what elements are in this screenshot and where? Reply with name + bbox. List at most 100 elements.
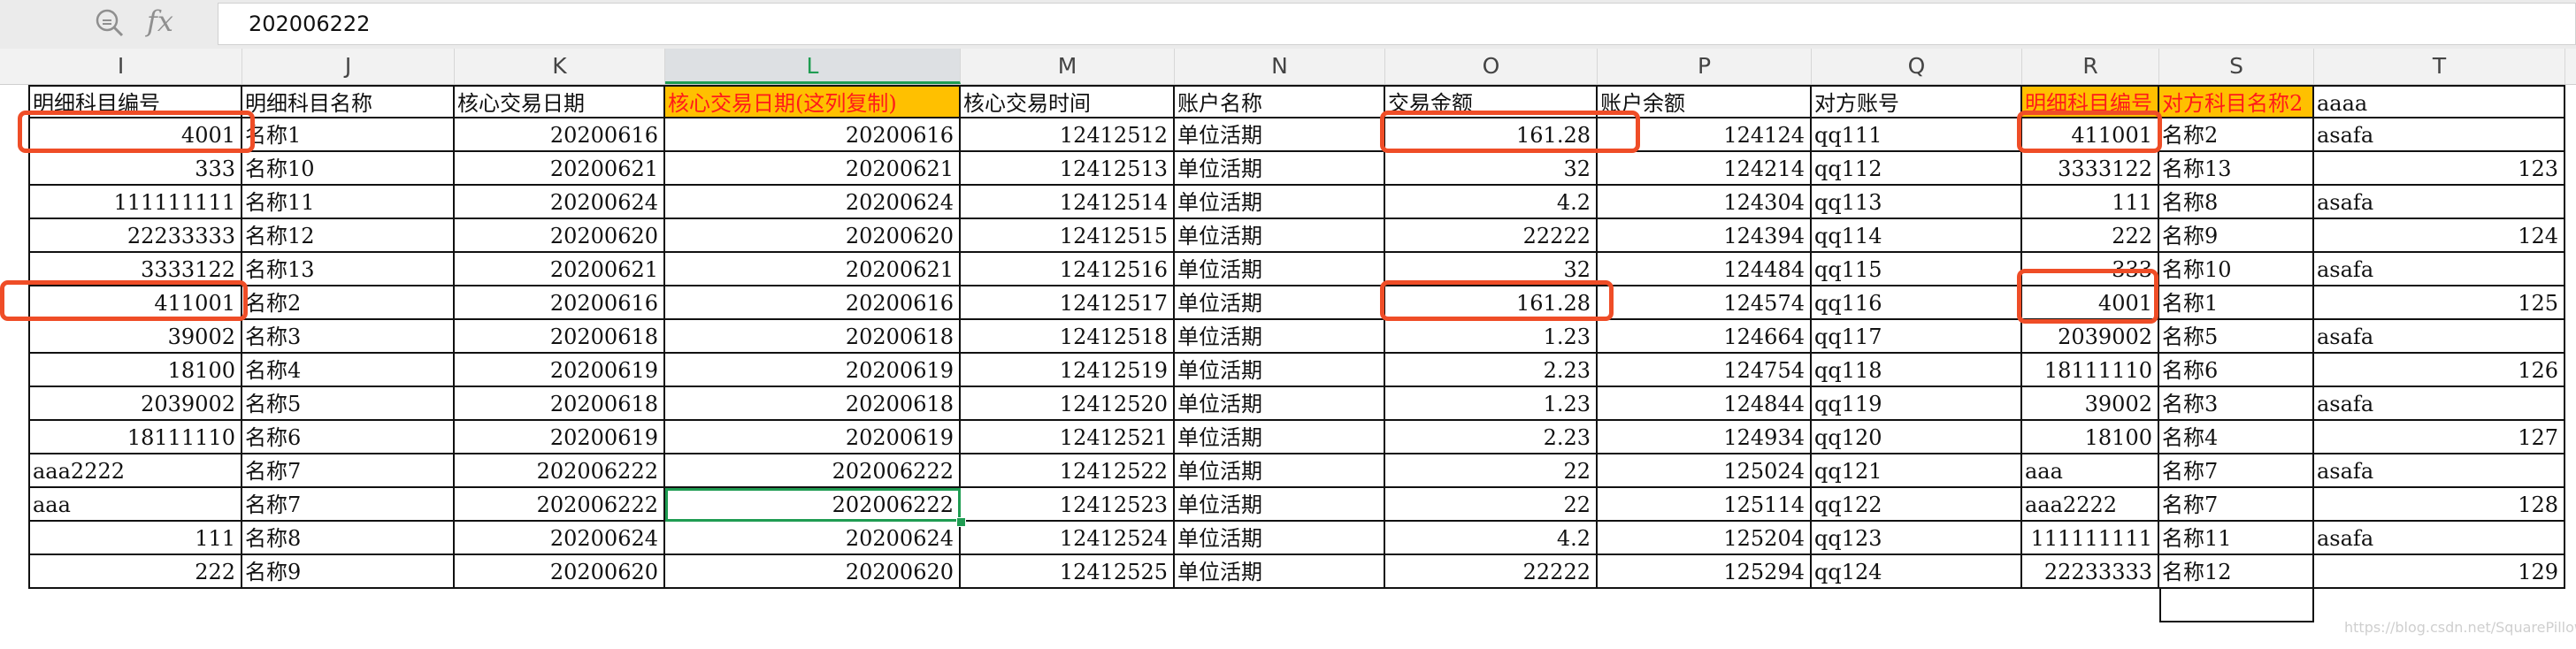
cell-T-12[interactable]: 128 [2314, 488, 2565, 522]
cell-Q-13[interactable]: qq123 [1812, 522, 2022, 555]
cell-M-11[interactable]: 12412522 [961, 454, 1175, 488]
cell-I-4[interactable]: 22233333 [28, 219, 242, 253]
cell-P-6[interactable]: 124574 [1598, 286, 1812, 320]
header-cell-J[interactable]: 明细科目名称 [242, 85, 455, 118]
cell-T-14[interactable]: 129 [2314, 555, 2565, 589]
cell-T-11[interactable]: asafa [2314, 454, 2565, 488]
cell-O-13[interactable]: 4.2 [1385, 522, 1598, 555]
column-header-Q[interactable]: Q [1812, 49, 2022, 84]
cell-P-8[interactable]: 124754 [1598, 354, 1812, 387]
cell-P-14[interactable]: 125294 [1598, 555, 1812, 589]
cell-I-9[interactable]: 2039002 [28, 387, 242, 421]
cell-T-9[interactable]: asafa [2314, 387, 2565, 421]
cell-R-3[interactable]: 111 [2022, 186, 2159, 219]
cell-I-8[interactable]: 18100 [28, 354, 242, 387]
cell-S-10[interactable]: 名称4 [2159, 421, 2314, 454]
cell-S-3[interactable]: 名称8 [2159, 186, 2314, 219]
cell-O-8[interactable]: 2.23 [1385, 354, 1598, 387]
cell-T-4[interactable]: 124 [2314, 219, 2565, 253]
cell-Q-14[interactable]: qq124 [1812, 555, 2022, 589]
cell-N-6[interactable]: 单位活期 [1175, 286, 1385, 320]
cell-R-6[interactable]: 4001 [2022, 286, 2159, 320]
cell-K-12[interactable]: 202006222 [455, 488, 665, 522]
column-header-T[interactable]: T [2314, 49, 2565, 84]
cell-N-5[interactable]: 单位活期 [1175, 253, 1385, 286]
column-header-M[interactable]: M [961, 49, 1175, 84]
cell-J-10[interactable]: 名称6 [242, 421, 455, 454]
cell-N-10[interactable]: 单位活期 [1175, 421, 1385, 454]
cell-I-12[interactable]: aaa [28, 488, 242, 522]
cell-J-3[interactable]: 名称11 [242, 186, 455, 219]
cell-L-4[interactable]: 20200620 [665, 219, 961, 253]
cell-I-13[interactable]: 111 [28, 522, 242, 555]
cell-N-2[interactable]: 单位活期 [1175, 152, 1385, 186]
cell-J-14[interactable]: 名称9 [242, 555, 455, 589]
cell-N-4[interactable]: 单位活期 [1175, 219, 1385, 253]
cell-K-4[interactable]: 20200620 [455, 219, 665, 253]
cell-L-13[interactable]: 20200624 [665, 522, 961, 555]
cell-K-10[interactable]: 20200619 [455, 421, 665, 454]
cell-S-2[interactable]: 名称13 [2159, 152, 2314, 186]
cell-M-13[interactable]: 12412524 [961, 522, 1175, 555]
cell-S-11[interactable]: 名称7 [2159, 454, 2314, 488]
cell-L-6[interactable]: 20200616 [665, 286, 961, 320]
cell-Q-6[interactable]: qq116 [1812, 286, 2022, 320]
cell-O-3[interactable]: 4.2 [1385, 186, 1598, 219]
cell-M-9[interactable]: 12412520 [961, 387, 1175, 421]
cell-T-6[interactable]: 125 [2314, 286, 2565, 320]
header-cell-N[interactable]: 账户名称 [1175, 85, 1385, 118]
cell-R-5[interactable]: 333 [2022, 253, 2159, 286]
cell-K-14[interactable]: 20200620 [455, 555, 665, 589]
column-header-L[interactable]: L [665, 49, 961, 84]
header-cell-M[interactable]: 核心交易时间 [961, 85, 1175, 118]
zoom-formula-icon[interactable] [92, 5, 127, 41]
cell-M-2[interactable]: 12412513 [961, 152, 1175, 186]
cell-L-1[interactable]: 20200616 [665, 118, 961, 152]
cell-P-9[interactable]: 124844 [1598, 387, 1812, 421]
cell-P-3[interactable]: 124304 [1598, 186, 1812, 219]
header-cell-P[interactable]: 账户余额 [1598, 85, 1812, 118]
cell-K-7[interactable]: 20200618 [455, 320, 665, 354]
cell-K-8[interactable]: 20200619 [455, 354, 665, 387]
cell-L-10[interactable]: 20200619 [665, 421, 961, 454]
cell-M-10[interactable]: 12412521 [961, 421, 1175, 454]
cell-I-1[interactable]: 4001 [28, 118, 242, 152]
cell-S-5[interactable]: 名称10 [2159, 253, 2314, 286]
cell-O-5[interactable]: 32 [1385, 253, 1598, 286]
cell-O-4[interactable]: 22222 [1385, 219, 1598, 253]
cell-P-1[interactable]: 124124 [1598, 118, 1812, 152]
cell-Q-8[interactable]: qq118 [1812, 354, 2022, 387]
cell-M-4[interactable]: 12412515 [961, 219, 1175, 253]
cell-L-11[interactable]: 202006222 [665, 454, 961, 488]
cell-R-11[interactable]: aaa [2022, 454, 2159, 488]
cell-R-1[interactable]: 411001 [2022, 118, 2159, 152]
cell-R-13[interactable]: 111111111 [2022, 522, 2159, 555]
cell-L-5[interactable]: 20200621 [665, 253, 961, 286]
cell-T-1[interactable]: asafa [2314, 118, 2565, 152]
cell-M-5[interactable]: 12412516 [961, 253, 1175, 286]
column-header-R[interactable]: R [2022, 49, 2159, 84]
cell-J-8[interactable]: 名称4 [242, 354, 455, 387]
cell-J-1[interactable]: 名称1 [242, 118, 455, 152]
cell-S-1[interactable]: 名称2 [2159, 118, 2314, 152]
column-header-P[interactable]: P [1598, 49, 1812, 84]
cell-T-10[interactable]: 127 [2314, 421, 2565, 454]
cell-N-1[interactable]: 单位活期 [1175, 118, 1385, 152]
cell-I-5[interactable]: 3333122 [28, 253, 242, 286]
cell-K-2[interactable]: 20200621 [455, 152, 665, 186]
cell-O-11[interactable]: 22 [1385, 454, 1598, 488]
cell-J-13[interactable]: 名称8 [242, 522, 455, 555]
cell-R-10[interactable]: 18100 [2022, 421, 2159, 454]
cell-S-9[interactable]: 名称3 [2159, 387, 2314, 421]
cell-P-11[interactable]: 125024 [1598, 454, 1812, 488]
cell-Q-10[interactable]: qq120 [1812, 421, 2022, 454]
cell-Q-5[interactable]: qq115 [1812, 253, 2022, 286]
cell-J-12[interactable]: 名称7 [242, 488, 455, 522]
cell-N-12[interactable]: 单位活期 [1175, 488, 1385, 522]
cell-R-12[interactable]: aaa2222 [2022, 488, 2159, 522]
cell-R-9[interactable]: 39002 [2022, 387, 2159, 421]
cell-M-1[interactable]: 12412512 [961, 118, 1175, 152]
cell-Q-2[interactable]: qq112 [1812, 152, 2022, 186]
cell-Q-7[interactable]: qq117 [1812, 320, 2022, 354]
column-header-N[interactable]: N [1175, 49, 1385, 84]
